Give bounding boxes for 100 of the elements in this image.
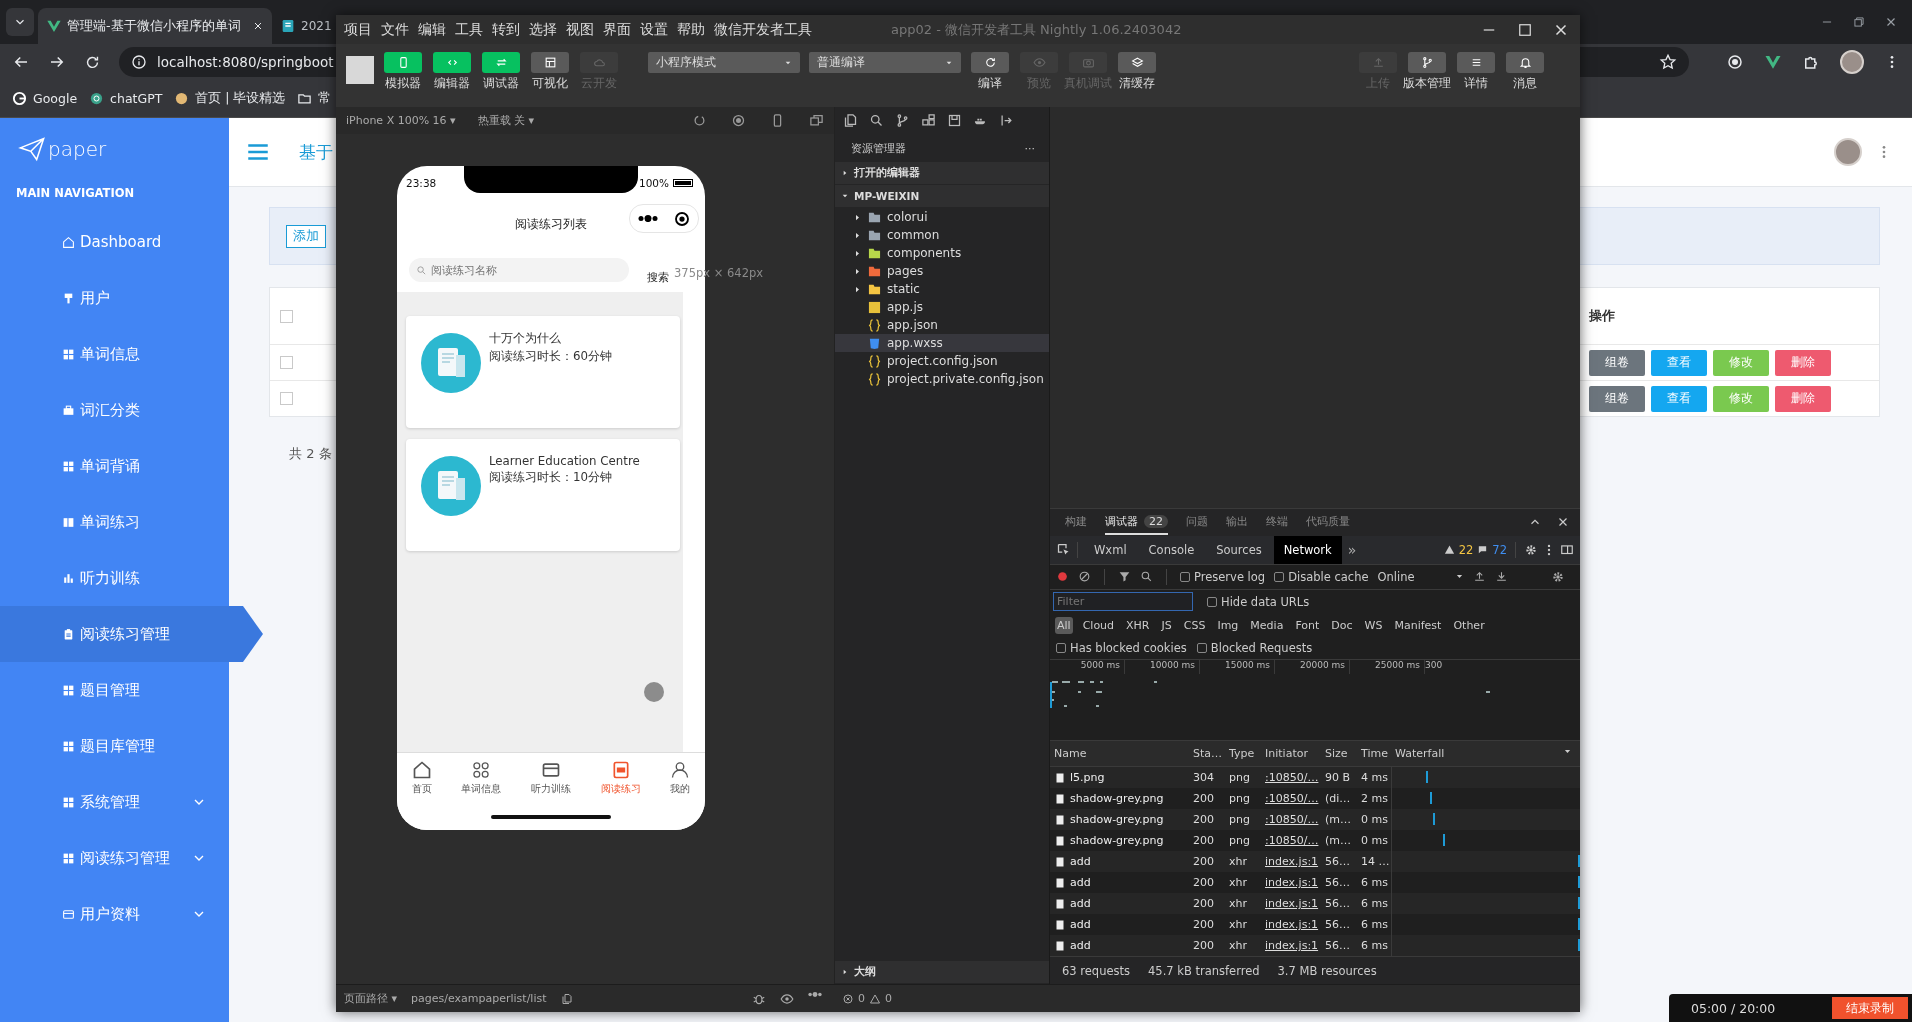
star-icon[interactable]	[1659, 53, 1677, 71]
menu-item[interactable]: 界面	[603, 20, 631, 39]
menu-item[interactable]: 项目	[344, 20, 372, 39]
initiator-link[interactable]: :10850/…	[1261, 834, 1321, 848]
list-card[interactable]: Learner Education Centre 阅读练习时长：10分钟	[406, 439, 680, 551]
menu-item[interactable]: 工具	[455, 20, 483, 39]
settings-icon[interactable]	[1524, 542, 1538, 557]
user-avatar[interactable]	[1834, 138, 1862, 166]
request-name[interactable]: shadow-grey.png	[1050, 813, 1189, 827]
type-filter[interactable]: JS	[1159, 616, 1174, 634]
profile-avatar[interactable]	[1840, 50, 1864, 74]
record-icon[interactable]	[731, 113, 746, 128]
tree-section[interactable]: MP-WEIXIN	[835, 185, 1049, 207]
initiator-link[interactable]: index.js:1	[1261, 855, 1321, 869]
type-filter[interactable]: Manifest	[1392, 616, 1444, 634]
settings-icon[interactable]	[1551, 569, 1565, 584]
bookmark[interactable]: 首页 | 毕设精选	[174, 90, 286, 107]
bookmark[interactable]: Google	[12, 91, 78, 106]
throttle-dropdown[interactable]: Online	[1377, 569, 1464, 584]
file-tree-item[interactable]: static	[835, 280, 1049, 298]
initiator-link[interactable]: :10850/…	[1261, 813, 1321, 827]
tab-bar-item[interactable]: 首页	[411, 760, 432, 796]
column-header[interactable]: Initiator	[1261, 747, 1321, 761]
initiator-link[interactable]: :10850/…	[1261, 771, 1321, 785]
devtools-tab[interactable]: Wxml	[1084, 535, 1137, 564]
column-header[interactable]: Size	[1321, 747, 1357, 761]
nav-item[interactable]: 听力训练	[0, 550, 229, 606]
checkbox[interactable]	[280, 309, 293, 323]
menu-item[interactable]: 转到	[492, 20, 520, 39]
column-header[interactable]: Type	[1225, 747, 1261, 761]
bookmark[interactable]: chatGPT	[89, 91, 163, 106]
hot-reload-dropdown[interactable]: 热重载 关 ▾	[477, 113, 535, 128]
menu-item[interactable]: 视图	[566, 20, 594, 39]
menu-item[interactable]: 设置	[640, 20, 668, 39]
devtools-tab[interactable]: Sources	[1206, 535, 1272, 564]
browser-tab[interactable]: 管理端-基于微信小程序的单词	[38, 8, 272, 44]
column-header[interactable]: Name	[1050, 747, 1189, 761]
nav-item[interactable]: 单词练习	[0, 494, 229, 550]
nav-item[interactable]: 系统管理	[0, 774, 229, 830]
type-filter[interactable]: CSS	[1181, 616, 1208, 634]
tab-bar-item[interactable]: 我的	[670, 760, 691, 796]
devtools-tab[interactable]: Console	[1138, 535, 1205, 564]
type-filter[interactable]: Media	[1248, 616, 1286, 634]
panel-tab[interactable]: 构建	[1065, 509, 1087, 535]
windows-icon[interactable]	[809, 113, 824, 128]
type-filter[interactable]: WS	[1362, 616, 1385, 634]
files-icon[interactable]	[560, 992, 573, 1005]
nav-item[interactable]: 单词信息	[0, 326, 229, 382]
record-icon[interactable]	[1726, 53, 1744, 71]
eye-icon[interactable]	[780, 991, 794, 1006]
checkbox[interactable]: Has blocked cookies	[1056, 641, 1187, 656]
ellipsis-icon[interactable]	[808, 991, 822, 997]
checkbox[interactable]	[280, 392, 293, 405]
blocks-icon[interactable]	[921, 113, 936, 128]
initiator-link[interactable]: index.js:1	[1261, 876, 1321, 890]
warning-count[interactable]: 22	[1458, 542, 1474, 557]
bookmark[interactable]: 常	[297, 90, 332, 107]
branch-icon[interactable]	[895, 113, 910, 128]
tab-bar-item[interactable]: 听力训练	[531, 760, 571, 796]
nav-item[interactable]: 用户资料	[0, 886, 229, 942]
nav-item[interactable]: 题目管理	[0, 662, 229, 718]
v-logo-icon[interactable]	[1764, 53, 1782, 71]
file-tree-item[interactable]: components	[835, 244, 1049, 262]
nav-item[interactable]: 用户	[0, 270, 229, 326]
mode-dropdown[interactable]: 小程序模式	[648, 52, 800, 73]
capsule-button[interactable]	[629, 204, 699, 233]
type-filter[interactable]: XHR	[1124, 616, 1152, 634]
request-name[interactable]: add	[1050, 939, 1189, 953]
close-icon[interactable]	[252, 20, 264, 32]
type-filter[interactable]: Img	[1215, 616, 1241, 634]
dock-icon[interactable]	[1560, 542, 1574, 557]
initiator-link[interactable]: index.js:1	[1261, 897, 1321, 911]
request-name[interactable]: add	[1050, 918, 1189, 932]
file-tree-item[interactable]: colorui	[835, 208, 1049, 226]
more-button[interactable]: ···	[1024, 141, 1035, 155]
rotate-icon[interactable]	[692, 113, 707, 128]
nav-item[interactable]: Dashboard	[0, 214, 229, 270]
search-button[interactable]: 搜索	[647, 269, 669, 285]
column-header[interactable]: Time	[1357, 747, 1391, 761]
checkbox[interactable]: Disable cache	[1274, 569, 1369, 584]
filter-icon[interactable]	[1118, 570, 1131, 584]
files-icon[interactable]	[843, 113, 858, 128]
more-tabs-button[interactable]: »	[1343, 541, 1361, 558]
action-button[interactable]: 组卷	[1589, 385, 1645, 412]
list-card[interactable]: 十万个为什么 阅读练习时长：60分钟	[406, 316, 680, 428]
action-button[interactable]: 组卷	[1589, 349, 1645, 376]
tree-section[interactable]: 大纲	[835, 961, 1049, 983]
filter-field[interactable]: Filter	[1053, 592, 1193, 612]
panel-tab[interactable]: 代码质量	[1306, 509, 1350, 535]
nav-item[interactable]: 阅读练习管理	[0, 606, 263, 662]
type-filter[interactable]: All	[1055, 616, 1073, 634]
request-name[interactable]: l5.png	[1050, 771, 1189, 785]
search-field[interactable]: 阅读练习名称	[409, 258, 629, 282]
request-name[interactable]: add	[1050, 855, 1189, 869]
column-header[interactable]: Waterfall	[1391, 747, 1580, 761]
device-dropdown[interactable]: iPhone X 100% 16 ▾	[346, 114, 456, 127]
file-tree-item[interactable]: app.json	[835, 316, 1049, 334]
menu-item[interactable]: 选择	[529, 20, 557, 39]
request-name[interactable]: shadow-grey.png	[1050, 834, 1189, 848]
type-filter[interactable]: Other	[1451, 616, 1487, 634]
